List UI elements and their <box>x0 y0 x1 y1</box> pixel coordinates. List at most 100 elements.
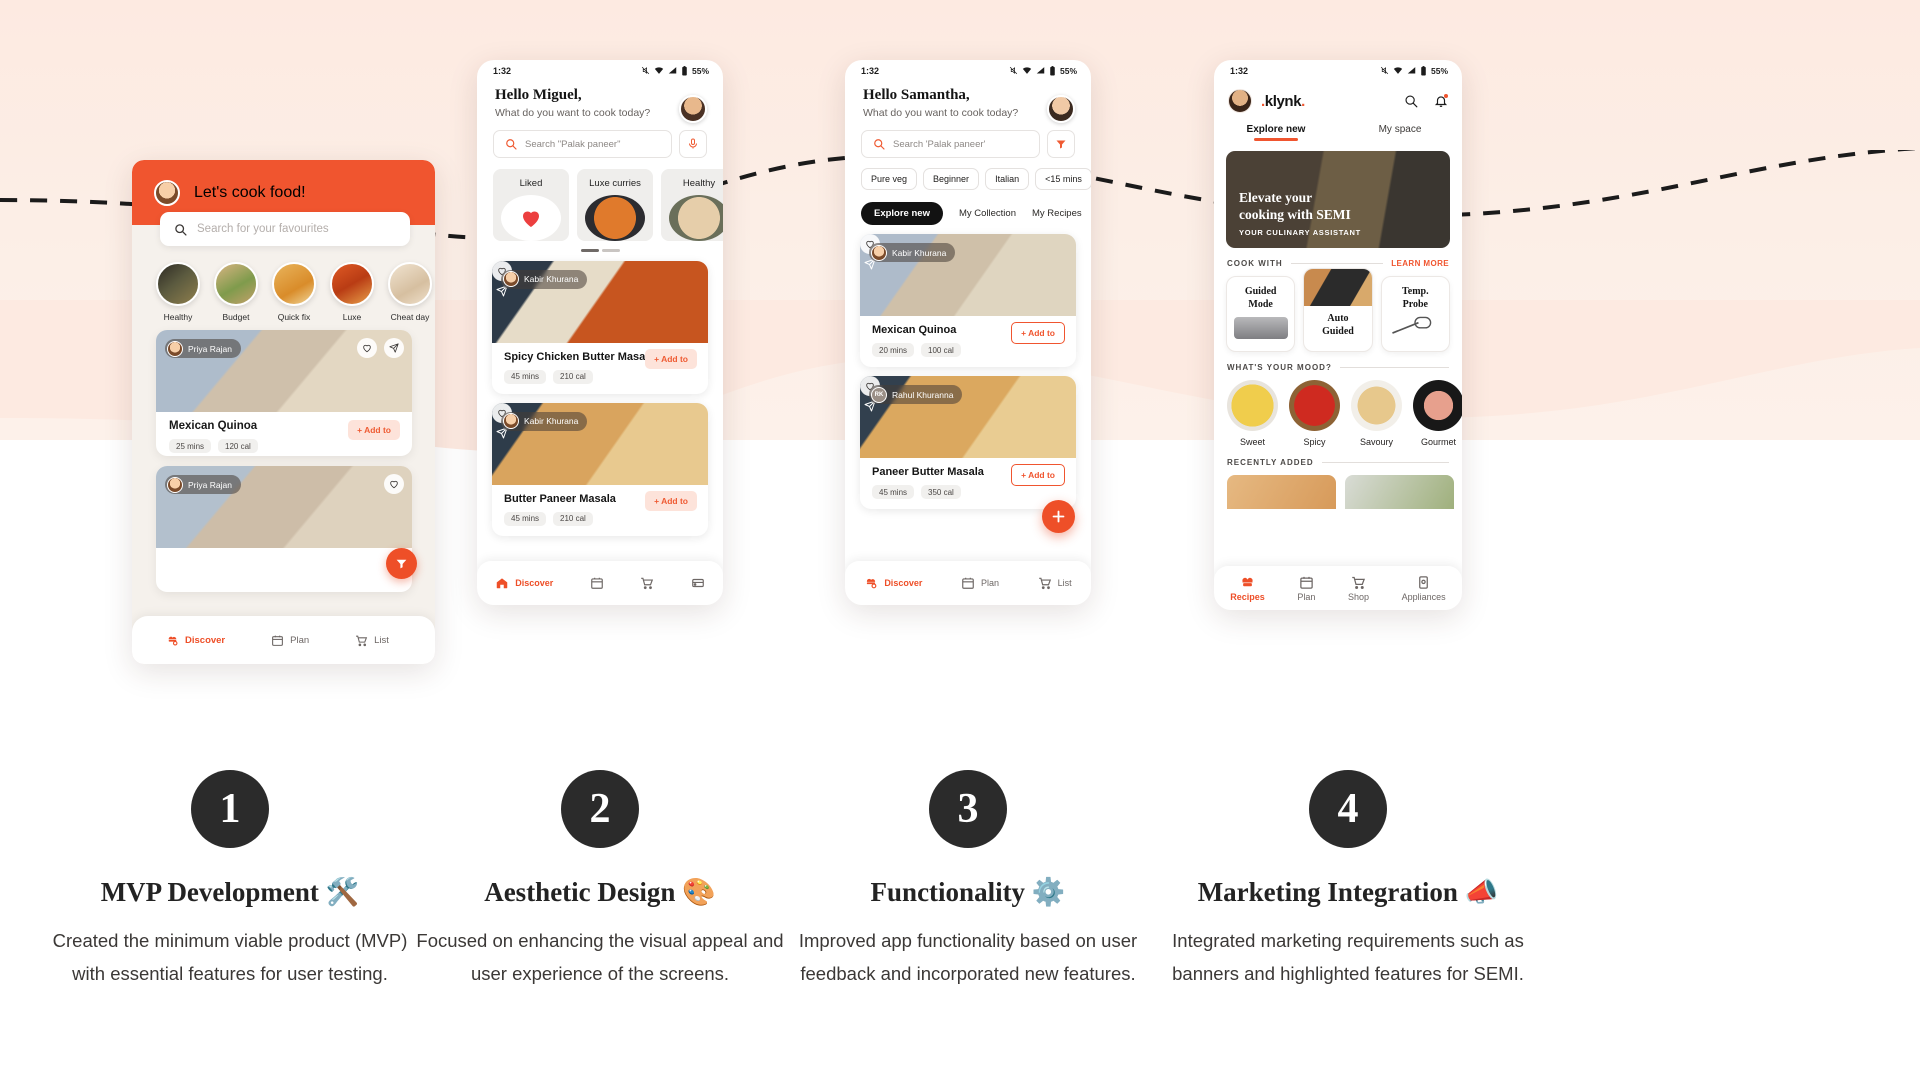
nav-shop[interactable]: Shop <box>1348 575 1369 602</box>
nav-discover[interactable]: Discover <box>864 576 922 590</box>
add-to-button[interactable]: + Add to <box>1011 322 1065 344</box>
nav-list[interactable]: List <box>1038 576 1072 590</box>
caption-3: 3 Functionality ⚙️ Improved app function… <box>758 770 1178 991</box>
notification-button[interactable] <box>1434 94 1448 108</box>
recipe-card[interactable]: Kabir Khurana Spicy Chicken Butter Masal… <box>492 260 708 394</box>
filter-chip[interactable]: Pure veg <box>861 168 918 190</box>
category-item[interactable]: Quick fix <box>272 262 316 322</box>
recipe-card[interactable]: Priya Rajan <box>156 466 412 592</box>
category-item[interactable]: Luxe <box>330 262 374 322</box>
home-icon <box>496 578 508 589</box>
share-button[interactable] <box>384 338 404 358</box>
filter-chip[interactable]: Italian <box>985 168 1030 190</box>
quick-tiles-row: Liked Luxe curries Healthy <box>477 158 723 241</box>
filter-chip[interactable]: Beginner <box>923 168 980 190</box>
nav-shop[interactable] <box>640 576 654 590</box>
caption-title: MVP Development 🛠️ <box>100 877 360 907</box>
category-item[interactable]: Cheat day <box>388 262 432 322</box>
add-to-button[interactable]: + Add to <box>645 348 697 369</box>
tab-my-recipes[interactable]: My Recipes <box>1032 208 1082 219</box>
mic-button[interactable] <box>679 130 707 158</box>
avatar[interactable] <box>1228 89 1252 113</box>
tile-luxe-curries[interactable]: Luxe curries <box>577 169 653 241</box>
search-input[interactable]: Search "Palak paneer" <box>493 130 672 158</box>
nav-appliances[interactable]: Appliances <box>1402 575 1446 602</box>
tab-explore-new[interactable]: Explore new <box>861 202 943 225</box>
recent-card[interactable] <box>1227 475 1336 509</box>
recipe-card[interactable]: RK Rahul Khuranna Paneer Butter Masala 4… <box>860 376 1076 509</box>
cook-with-guided-mode[interactable]: Guided Mode <box>1226 276 1296 352</box>
category-item[interactable]: Healthy <box>156 262 200 322</box>
greeting-title: Hello Samantha, <box>863 87 970 103</box>
category-item[interactable]: Budget <box>214 262 258 322</box>
banner-title: Elevate your cooking with SEMI <box>1239 190 1351 224</box>
cook-with-auto-guided[interactable]: Auto Guided <box>1303 268 1373 352</box>
bottom-nav: Discover Plan List <box>845 561 1091 605</box>
tab-my-space[interactable]: My space <box>1338 124 1462 141</box>
nav-list[interactable]: List <box>355 634 389 647</box>
mood-spicy[interactable]: Spicy <box>1289 380 1340 447</box>
calendar-icon <box>590 577 603 589</box>
mood-label: Savoury <box>1359 437 1394 447</box>
recipe-card[interactable]: Priya Rajan Mexican Quinoa 25 mins 120 c… <box>156 330 412 456</box>
like-button[interactable] <box>384 474 404 494</box>
avatar[interactable] <box>1047 95 1075 123</box>
heart-icon <box>363 344 371 353</box>
filter-chip[interactable]: <15 mins <box>1035 168 1091 190</box>
dot[interactable] <box>601 249 620 252</box>
promo-banner[interactable]: Elevate your cooking with SEMI YOUR CULI… <box>1226 151 1450 248</box>
learn-more-link[interactable]: LEARN MORE <box>1391 259 1449 268</box>
notification-badge <box>1444 94 1448 98</box>
search-input[interactable]: Search for your favourites <box>160 212 410 246</box>
mood-gourmet[interactable]: Gourmet <box>1413 380 1462 447</box>
nav-plan[interactable]: Plan <box>1297 575 1315 602</box>
search-input[interactable]: Search 'Palak paneer' <box>861 130 1040 158</box>
nav-discover[interactable]: Discover <box>495 576 553 590</box>
add-to-button[interactable]: + Add to <box>645 490 697 511</box>
tile-healthy[interactable]: Healthy <box>661 169 723 241</box>
nav-plan[interactable] <box>590 576 604 590</box>
tab-explore-new[interactable]: Explore new <box>1214 124 1338 141</box>
divider <box>1321 462 1449 463</box>
recipe-tags: 25 mins 120 cal <box>169 439 399 453</box>
banner-subtitle: YOUR CULINARY ASSISTANT <box>1239 228 1361 237</box>
like-button[interactable] <box>357 338 377 358</box>
recently-added-row <box>1214 467 1462 509</box>
caption-title: Marketing Integration 📣 <box>1197 877 1499 907</box>
filter-button[interactable] <box>1047 130 1075 158</box>
search-icon[interactable] <box>1404 94 1418 108</box>
thermometer-icon <box>1392 316 1432 334</box>
dot-active[interactable] <box>580 249 599 252</box>
mute-icon <box>1380 66 1389 75</box>
chef-hat-search-icon <box>867 578 877 589</box>
nav-plan[interactable]: Plan <box>271 634 309 647</box>
recipe-card[interactable]: Kabir Khurana Mexican Quinoa 20 mins 100… <box>860 234 1076 367</box>
caption-body: Created the minimum viable product (MVP)… <box>52 930 408 985</box>
tab-my-collection[interactable]: My Collection <box>959 208 1016 219</box>
step-badge: 1 <box>191 770 269 848</box>
recipe-tags: 45 mins 210 cal <box>504 511 696 526</box>
add-to-button[interactable]: + Add to <box>348 420 400 440</box>
screen-1-mockup: Let's cook food! Search for your favouri… <box>132 160 435 664</box>
tile-liked[interactable]: Liked <box>493 169 569 241</box>
mood-savoury[interactable]: Savoury <box>1351 380 1402 447</box>
avatar[interactable] <box>679 95 707 123</box>
calorie-tag: 100 cal <box>921 343 961 357</box>
caption-body: Improved app functionality based on user… <box>798 930 1138 985</box>
chef-name: Kabir Khurana <box>892 247 947 258</box>
recipe-card[interactable]: Kabir Khurana Butter Paneer Masala 45 mi… <box>492 402 708 536</box>
nav-discover[interactable]: Discover <box>166 634 225 647</box>
add-to-button[interactable]: + Add to <box>1011 464 1065 486</box>
add-fab-button[interactable] <box>1042 500 1075 533</box>
nav-plan[interactable]: Plan <box>961 576 999 590</box>
nav-appliances[interactable] <box>691 576 705 590</box>
recent-card[interactable] <box>1345 475 1454 509</box>
time-tag: 45 mins <box>504 369 547 384</box>
phone-mockups-row: Let's cook food! Search for your favouri… <box>0 0 1920 780</box>
calendar-icon <box>1300 576 1313 589</box>
caption-4: 4 Marketing Integration 📣 Integrated mar… <box>1128 770 1568 991</box>
filter-fab-button[interactable] <box>386 548 417 579</box>
nav-recipes[interactable]: Recipes <box>1230 575 1265 602</box>
cook-with-temp-probe[interactable]: Temp. Probe <box>1380 276 1450 352</box>
mood-sweet[interactable]: Sweet <box>1227 380 1278 447</box>
